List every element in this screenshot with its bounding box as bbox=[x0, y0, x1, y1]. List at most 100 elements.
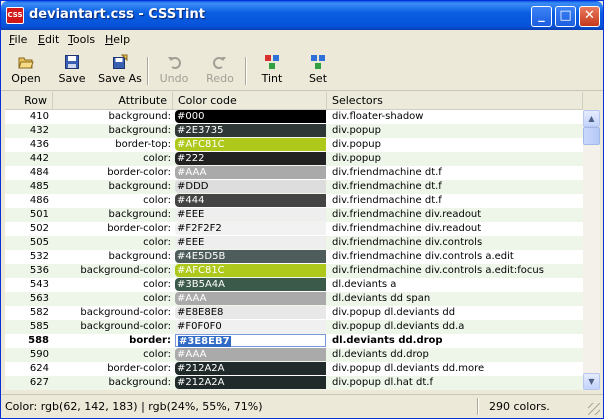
open-button[interactable]: Open bbox=[3, 53, 49, 89]
toolbar: Open Save Save As Undo Redo Tint Set bbox=[1, 51, 603, 91]
table-row[interactable]: 442 color: #222 div.popup bbox=[5, 152, 583, 166]
row-number: 627 bbox=[29, 377, 49, 388]
row-selector: div.friendmachine div.controls a.edit:fo… bbox=[332, 265, 544, 276]
row-attribute: background-color: bbox=[80, 307, 171, 318]
css-app-icon: CSS bbox=[6, 7, 24, 24]
row-attribute: border-color: bbox=[107, 363, 171, 374]
table-row[interactable]: 432 background: #2E3735 div.popup bbox=[5, 124, 583, 138]
scroll-down-button[interactable]: ▼ bbox=[583, 373, 600, 390]
menu-edit[interactable]: Edit bbox=[38, 33, 59, 46]
row-selector: dl.deviants a bbox=[332, 279, 397, 290]
column-header-row[interactable]: Row bbox=[5, 92, 53, 109]
color-code-swatch[interactable]: #222 bbox=[175, 152, 326, 165]
column-header-selectors[interactable]: Selectors bbox=[327, 92, 583, 109]
color-code-swatch[interactable]: #F0F0F0 bbox=[175, 320, 326, 333]
table-row[interactable]: 627 background: #212A2A div.popup dl.hat dt… bbox=[5, 376, 583, 390]
table-row[interactable]: 436 border-top: #AFC81C div.popup bbox=[5, 138, 583, 152]
color-code-editor[interactable]: #3E8EB7 bbox=[175, 334, 326, 347]
color-grid[interactable]: 410 background: #000 div.floater-shadow 432 b… bbox=[5, 110, 583, 390]
table-row[interactable]: 588 border: #3E8EB7 dl.deviants dd.drop bbox=[5, 334, 583, 348]
color-code-swatch[interactable]: #3B5A4A bbox=[175, 278, 326, 291]
undo-icon bbox=[168, 57, 181, 69]
color-code-swatch[interactable]: #DDD bbox=[175, 180, 326, 193]
tint-button[interactable]: Tint bbox=[249, 53, 295, 89]
save-button[interactable]: Save bbox=[49, 53, 95, 89]
column-header-color-code[interactable]: Color code bbox=[173, 92, 327, 109]
row-number: 501 bbox=[29, 209, 49, 220]
color-code-swatch[interactable]: #4E5D5B bbox=[175, 250, 326, 263]
row-attribute: background: bbox=[108, 111, 171, 122]
color-code-swatch[interactable]: #212A2A bbox=[175, 362, 326, 375]
row-attribute: color: bbox=[143, 195, 171, 206]
color-code-swatch[interactable]: #AFC81C bbox=[175, 264, 326, 277]
color-code-swatch[interactable]: #F2F2F2 bbox=[175, 222, 326, 235]
row-number: 582 bbox=[29, 307, 49, 318]
scroll-thumb[interactable] bbox=[583, 127, 600, 145]
color-code-swatch[interactable]: #2E3735 bbox=[175, 124, 326, 137]
color-code-swatch[interactable]: #EEE bbox=[175, 208, 326, 221]
selected-color-text[interactable]: #3E8EB7 bbox=[178, 336, 231, 347]
menu-tools[interactable]: Tools bbox=[68, 33, 95, 46]
color-code-swatch[interactable]: #212A2A bbox=[175, 376, 326, 389]
table-row[interactable]: 590 color: #AAA dl.deviants dd.drop bbox=[5, 348, 583, 362]
table-row[interactable]: 624 border-color: #212A2A div.popup dl.devi… bbox=[5, 362, 583, 376]
table-row[interactable]: 410 background: #000 div.floater-shadow bbox=[5, 110, 583, 124]
table-row[interactable]: 585 background-color: #F0F0F0 div.popup dl.… bbox=[5, 320, 583, 334]
row-attribute: background: bbox=[108, 251, 171, 262]
redo-button[interactable]: Redo bbox=[197, 53, 243, 89]
save-as-button[interactable]: Save As bbox=[95, 53, 145, 89]
table-row[interactable]: 486 color: #444 div.friendmachine dt.f bbox=[5, 194, 583, 208]
title-bar[interactable]: CSS deviantart.css - CSSTint _ □ ✕ bbox=[1, 1, 603, 30]
color-code-swatch[interactable]: #AFC81C bbox=[175, 138, 326, 151]
save-label: Save bbox=[58, 72, 86, 85]
maximize-button[interactable]: □ bbox=[555, 6, 576, 27]
row-attribute: border: bbox=[129, 335, 171, 346]
resize-grip[interactable] bbox=[588, 403, 600, 415]
menu-help[interactable]: Help bbox=[105, 33, 130, 46]
color-code-swatch[interactable]: #AAA bbox=[175, 166, 326, 179]
row-attribute: color: bbox=[143, 153, 171, 164]
table-row[interactable]: 563 color: #AAA dl.deviants dd span bbox=[5, 292, 583, 306]
set-color-icon bbox=[311, 55, 325, 69]
menu-file[interactable]: File bbox=[9, 33, 27, 46]
table-row[interactable]: 485 background: #DDD div.friendmachine dt.f bbox=[5, 180, 583, 194]
row-number: 410 bbox=[29, 111, 49, 122]
row-number: 485 bbox=[29, 181, 49, 192]
table-row[interactable]: 536 background-color: #AFC81C div.friendmac… bbox=[5, 264, 583, 278]
open-label: Open bbox=[11, 72, 41, 85]
row-selector: div.friendmachine dt.f bbox=[332, 167, 442, 178]
color-code-swatch[interactable]: #AAA bbox=[175, 292, 326, 305]
menu-bar: File Edit Tools Help bbox=[1, 30, 603, 50]
table-row[interactable]: 501 background: #EEE div.friendmachine div.… bbox=[5, 208, 583, 222]
row-number: 590 bbox=[29, 349, 49, 360]
color-code-swatch[interactable]: #EEE bbox=[175, 236, 326, 249]
color-code-swatch[interactable]: #E8E8E8 bbox=[175, 306, 326, 319]
undo-button[interactable]: Undo bbox=[151, 53, 197, 89]
color-code-swatch[interactable]: #000 bbox=[175, 110, 326, 123]
vertical-scrollbar[interactable]: ▲ ▼ bbox=[583, 110, 600, 390]
color-code-swatch[interactable]: #444 bbox=[175, 194, 326, 207]
table-row[interactable]: 502 border-color: #F2F2F2 div.friendmachine… bbox=[5, 222, 583, 236]
set-button[interactable]: Set bbox=[295, 53, 341, 89]
status-divider bbox=[477, 398, 479, 415]
minimize-button[interactable]: _ bbox=[531, 6, 552, 27]
row-selector: dl.deviants dd.drop bbox=[332, 349, 429, 360]
column-header-attribute[interactable]: Attribute bbox=[53, 92, 173, 109]
row-selector: div.friendmachine dt.f bbox=[332, 195, 442, 206]
row-selector: div.popup bbox=[332, 153, 381, 164]
redo-icon bbox=[213, 57, 226, 69]
scroll-up-button[interactable]: ▲ bbox=[583, 110, 600, 127]
row-attribute: border-top: bbox=[115, 139, 171, 150]
table-row[interactable]: 543 color: #3B5A4A dl.deviants a bbox=[5, 278, 583, 292]
toolbar-separator bbox=[147, 57, 149, 85]
table-row[interactable]: 582 background-color: #E8E8E8 div.popup dl.… bbox=[5, 306, 583, 320]
color-code-swatch[interactable]: #AAA bbox=[175, 348, 326, 361]
table-row[interactable]: 484 border-color: #AAA div.friendmachine dt… bbox=[5, 166, 583, 180]
save-as-icon bbox=[113, 54, 128, 69]
close-button[interactable]: ✕ bbox=[579, 6, 600, 27]
table-row[interactable]: 532 background: #4E5D5B div.friendmachine d… bbox=[5, 250, 583, 264]
row-selector: div.popup bbox=[332, 139, 381, 150]
row-attribute: background: bbox=[108, 209, 171, 220]
table-row[interactable]: 505 color: #EEE div.friendmachine div.contr… bbox=[5, 236, 583, 250]
tint-palette-icon bbox=[265, 55, 279, 69]
